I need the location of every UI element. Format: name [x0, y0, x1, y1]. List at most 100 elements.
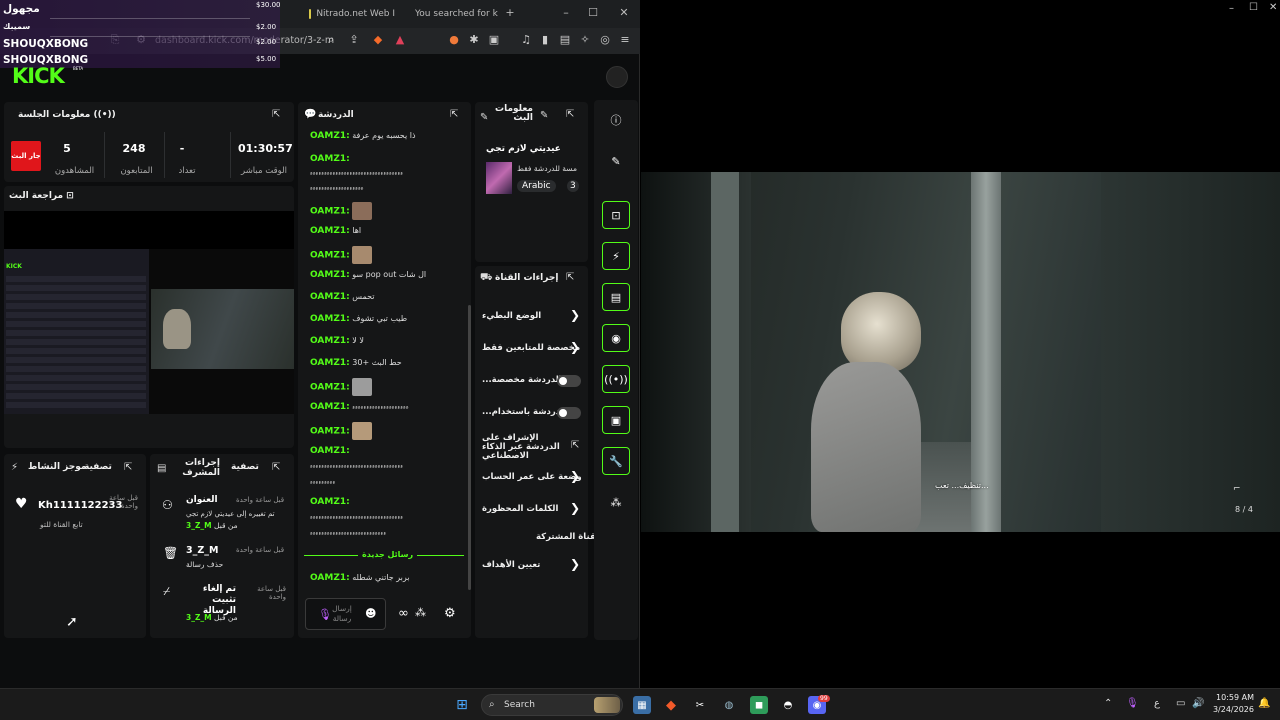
subscribers-chat-toggle[interactable]	[557, 375, 581, 387]
chat-input[interactable]: 🎙 إرسال رسالة ☻	[305, 598, 386, 630]
wallet-icon[interactable]: ▤	[558, 33, 572, 47]
action-ai-moderation[interactable]: الإشراف على الدردشة عبر الذكاء الاصطناعي	[482, 434, 564, 461]
new-tab-button[interactable]: +	[502, 6, 518, 19]
steam-icon[interactable]: ◍	[720, 696, 738, 714]
category-thumbnail[interactable]	[486, 162, 512, 194]
settings-gear-icon[interactable]: ⚙	[444, 606, 456, 621]
popout-icon[interactable]: ⇱	[272, 462, 280, 473]
chevron-right-icon[interactable]: ❯	[570, 469, 580, 483]
tray-chevron-up-icon[interactable]: ⌃	[1104, 698, 1112, 709]
popout-icon[interactable]: ⇱	[566, 272, 574, 283]
calculator-icon[interactable]: ▦	[633, 696, 651, 714]
network-icon[interactable]: ▭	[1176, 698, 1185, 709]
infinity-icon[interactable]: ∞	[398, 606, 409, 621]
info-icon[interactable]: ⓘ	[602, 106, 630, 134]
leo-ai-icon[interactable]: ✧	[578, 33, 592, 47]
broadcast-icon: ✎	[480, 112, 489, 123]
broadcast-rail-icon[interactable]: ((•))	[602, 365, 630, 393]
activity-filter[interactable]: تصفية	[84, 462, 112, 472]
extension-icon[interactable]: ●	[447, 33, 461, 47]
music-icon[interactable]: ♫	[519, 33, 533, 47]
action-account-age[interactable]: وضعة على عمر الحساب	[482, 472, 582, 482]
clock-date[interactable]: 3/24/2026	[1208, 705, 1254, 714]
divider	[50, 36, 250, 37]
mod-actions-filter[interactable]: تصفية	[231, 462, 259, 472]
kick-logo[interactable]: KICK	[12, 64, 65, 88]
taskbar-search[interactable]: ⌕ Search	[481, 694, 623, 716]
mod-rail-icon[interactable]: ▣	[602, 406, 630, 434]
chevron-right-icon[interactable]: ❯	[570, 308, 580, 322]
document-rail-icon[interactable]: ▤	[602, 283, 630, 311]
notifications-icon[interactable]: 🔔	[1258, 698, 1270, 709]
video-gun-icon: ⌐	[1233, 484, 1241, 494]
game-controller-icon[interactable]: ◼	[750, 696, 768, 714]
player-close-button[interactable]: ✕	[1269, 2, 1277, 13]
user-avatar[interactable]	[606, 66, 628, 88]
emoji-icon[interactable]: ☻	[365, 607, 376, 620]
maximize-button[interactable]: ☐	[585, 6, 601, 19]
tray-microphone-icon[interactable]: 🎙	[1126, 698, 1139, 709]
mod-action-time: قبل ساعة واحدة	[236, 496, 285, 504]
action-followers-only[interactable]: مخصصة للمتابعين فقط	[482, 343, 580, 353]
edit-icon[interactable]: ✎	[602, 147, 630, 175]
player-maximize-button[interactable]: ☐	[1249, 2, 1258, 13]
github-icon[interactable]: ◓	[779, 696, 797, 714]
sidebar-icon[interactable]: ▮	[538, 33, 552, 47]
donation-amount: $2.00	[256, 23, 277, 31]
brave-browser-icon[interactable]: ◆	[662, 696, 680, 714]
action-set-goals[interactable]: تعيين الأهداف	[482, 560, 540, 570]
zoom-icon[interactable]: ⌕	[324, 33, 338, 47]
tab-nitrado[interactable]: Nitrado.net Web I	[303, 4, 401, 24]
language-indicator[interactable]: ع	[1154, 698, 1160, 709]
tab-search[interactable]: You searched for k	[404, 4, 499, 24]
search-label: Search	[504, 700, 535, 710]
mod-action-title: 3_Z_M	[186, 545, 219, 556]
extensions-puzzle-icon[interactable]: ✱	[467, 33, 481, 47]
search-highlight-image	[594, 697, 620, 713]
tab-search-icon[interactable]: ▣	[487, 33, 501, 47]
brave-shield-icon[interactable]: ◆	[371, 33, 385, 47]
chat-bubble-icon: 💬	[304, 109, 317, 120]
more-dots-icon[interactable]: ⁂	[602, 488, 630, 516]
volume-icon[interactable]: 🔊	[1192, 698, 1204, 709]
game-video[interactable]: تنظيف... تعب... ⌐ 8 / 4	[641, 172, 1280, 532]
menu-icon[interactable]: ≡	[618, 33, 632, 47]
popout-icon[interactable]: ⇱	[450, 109, 458, 120]
donor-name: سميبك	[3, 22, 31, 31]
close-button[interactable]: ✕	[616, 6, 632, 19]
popout-icon[interactable]: ⇱	[124, 462, 132, 473]
bolt-rail-icon[interactable]: ⚡	[602, 242, 630, 270]
popout-icon[interactable]: ⇱	[566, 109, 574, 120]
chat-message: OAMZ1: بربر جاتني شطله	[310, 573, 410, 583]
windows-start-icon[interactable]: ⊞	[453, 696, 471, 714]
capcut-icon[interactable]: ✂	[691, 696, 709, 714]
chevron-right-icon[interactable]: ❯	[570, 501, 580, 515]
preview-rail-icon[interactable]: ⊡	[602, 201, 630, 229]
chevron-right-icon[interactable]: ❯	[570, 340, 580, 354]
activity-feed-title: موجز النشاط	[28, 462, 87, 472]
live-time-label: الوقت مباشر	[241, 166, 287, 176]
popout-icon[interactable]: ⇱	[272, 109, 280, 120]
minimize-button[interactable]: –	[558, 6, 574, 19]
emote-image	[352, 246, 373, 264]
vpn-icon[interactable]: ◎	[598, 33, 612, 47]
share-icon[interactable]: ⇪	[347, 33, 361, 47]
chat-message: OAMZ1: حط البث +30	[310, 358, 402, 368]
player-minimize-button[interactable]: –	[1229, 3, 1234, 14]
emote-chat-toggle[interactable]	[557, 407, 581, 419]
donation-amount: $30.00	[256, 1, 281, 9]
chat-rail-icon[interactable]: ◉	[602, 324, 630, 352]
video-ammo: 8 / 4	[1235, 505, 1253, 514]
preview-video[interactable]: KICK	[4, 249, 294, 414]
action-banned-words[interactable]: الكلمات المحظورة	[482, 504, 558, 514]
preview-game-thumb	[151, 289, 294, 369]
wrench-rail-icon[interactable]: 🔧	[602, 447, 630, 475]
clock-time[interactable]: 10:59 AM	[1214, 693, 1254, 702]
chevron-right-icon[interactable]: ❯	[570, 557, 580, 571]
dots-icon[interactable]: ⁂	[415, 606, 426, 619]
external-link-icon[interactable]: ⇱	[571, 440, 579, 451]
chat-scrollbar[interactable]	[468, 305, 471, 590]
edit-pencil-icon[interactable]: ✎	[540, 110, 548, 121]
action-slow-mode[interactable]: الوضع البطيء	[482, 311, 541, 321]
brave-rewards-icon[interactable]: ▲	[393, 33, 407, 47]
